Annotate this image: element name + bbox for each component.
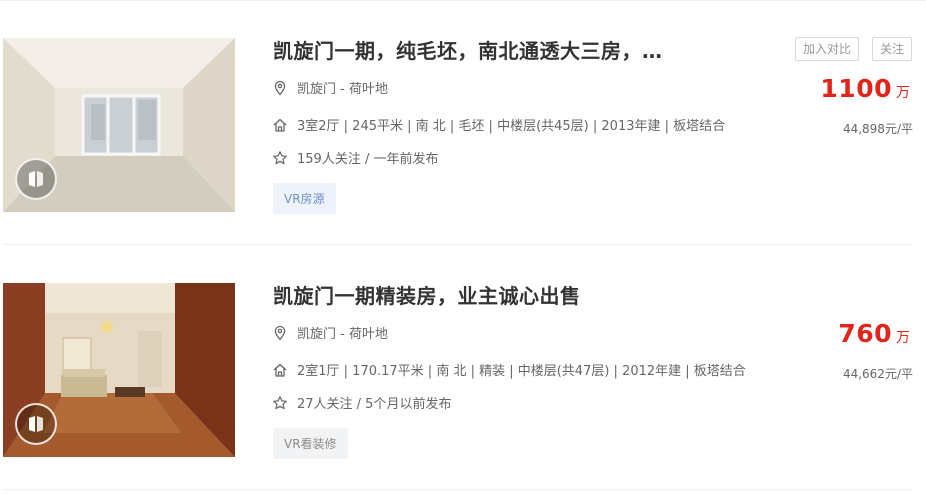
house-icon <box>272 362 288 378</box>
follow-info-row: 27人关注 / 5个月以前发布 <box>272 393 451 412</box>
listing-photo[interactable] <box>3 283 235 457</box>
follow-info-row: 159人关注 / 一年前发布 <box>272 148 438 167</box>
location-row: 凯旋门 - 荷叶地 <box>272 78 388 97</box>
vr-badge-icon <box>15 158 57 200</box>
listing-photo[interactable] <box>3 38 235 212</box>
house-icon <box>272 117 288 133</box>
star-icon <box>272 150 288 166</box>
price-unit: 万 <box>896 330 910 346</box>
listing-item[interactable]: 凯旋门一期精装房，业主诚心出售 凯旋门 - 荷叶地 2室1厅 | 170.17平… <box>0 245 926 490</box>
listing-item[interactable]: 凯旋门一期，纯毛坯，南北通透大三房，… 加入对比 关注 凯旋门 - 荷叶地 3室… <box>0 0 926 245</box>
price-unit: 万 <box>896 85 910 101</box>
follow-button[interactable]: 关注 <box>872 37 913 61</box>
price-value: 1100 <box>820 74 892 103</box>
location-text[interactable]: 凯旋门 - 荷叶地 <box>297 78 388 97</box>
listing-title[interactable]: 凯旋门一期精装房，业主诚心出售 <box>273 280 581 309</box>
unit-price: 44,898元/平 <box>842 122 913 136</box>
vr-tag[interactable]: VR房源 <box>273 183 336 214</box>
total-price: 760 万 <box>838 319 910 348</box>
vr-decoration-tag[interactable]: VR看装修 <box>273 428 348 459</box>
location-row: 凯旋门 - 荷叶地 <box>272 323 388 342</box>
unit-price: 44,662元/平 <box>842 367 913 381</box>
total-price: 1100 万 <box>820 74 910 103</box>
follow-info-text: 159人关注 / 一年前发布 <box>297 152 439 167</box>
details-row: 2室1厅 | 170.17平米 | 南 北 | 精装 | 中楼层(共47层) |… <box>272 360 746 379</box>
location-text[interactable]: 凯旋门 - 荷叶地 <box>297 323 388 342</box>
location-pin-icon <box>272 80 288 96</box>
details-row: 3室2厅 | 245平米 | 南 北 | 毛坯 | 中楼层(共45层) | 20… <box>272 115 725 134</box>
vr-badge-icon <box>15 403 57 445</box>
follow-info-text: 27人关注 / 5个月以前发布 <box>297 397 452 412</box>
listing-title[interactable]: 凯旋门一期，纯毛坯，南北通透大三房，… <box>273 35 663 64</box>
star-icon <box>272 395 288 411</box>
details-text: 2室1厅 | 170.17平米 | 南 北 | 精装 | 中楼层(共47层) |… <box>297 364 746 379</box>
location-pin-icon <box>272 325 288 341</box>
details-text: 3室2厅 | 245平米 | 南 北 | 毛坯 | 中楼层(共45层) | 20… <box>297 119 726 134</box>
price-value: 760 <box>838 319 892 348</box>
listing-divider <box>4 489 912 490</box>
add-compare-button[interactable]: 加入对比 <box>795 37 860 61</box>
